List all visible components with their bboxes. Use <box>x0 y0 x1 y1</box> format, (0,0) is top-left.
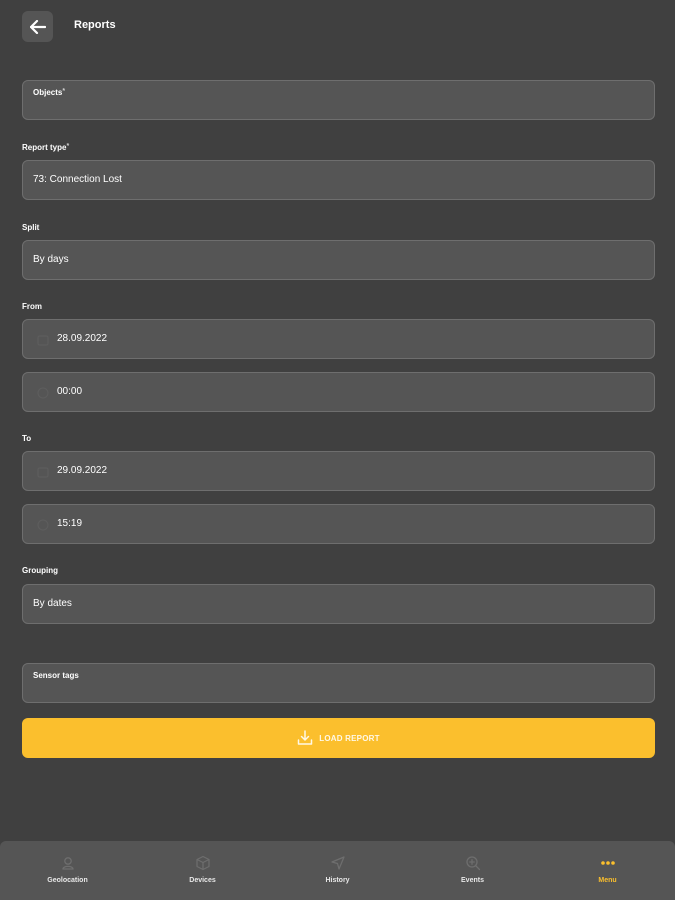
clock-icon <box>37 519 49 531</box>
calendar-icon <box>37 335 49 346</box>
to-label: To <box>22 434 32 443</box>
dots-icon <box>600 861 615 865</box>
back-button[interactable] <box>22 11 53 42</box>
calendar-icon <box>37 467 49 478</box>
page-title: Reports <box>74 19 116 31</box>
to-time-field[interactable]: 15:19 <box>22 504 655 544</box>
from-date-value: 28.09.2022 <box>57 333 108 344</box>
load-report-label: LOAD REPORT <box>319 733 380 743</box>
objects-field[interactable]: Objects* <box>22 80 655 120</box>
report-type-value: 73: Connection Lost <box>33 174 122 185</box>
sensor-tags-field[interactable]: Sensor tags <box>22 663 655 703</box>
split-select[interactable]: By days <box>22 240 655 280</box>
report-type-select[interactable]: 73: Connection Lost <box>22 160 655 200</box>
nav-label: Geolocation <box>47 877 88 884</box>
top-bar: Reports <box>0 0 675 54</box>
arrow-left-icon <box>29 19 46 34</box>
nav-label: Events <box>461 877 484 884</box>
from-time-field[interactable]: 00:00 <box>22 372 655 412</box>
nav-label: Menu <box>598 877 617 884</box>
to-date-field[interactable]: 29.09.2022 <box>22 451 655 491</box>
navigation-arrow-icon <box>330 856 345 870</box>
sensor-tags-label: Sensor tags <box>33 671 79 680</box>
grouping-select[interactable]: By dates <box>22 584 655 624</box>
nav-item-history[interactable]: History <box>270 841 405 900</box>
person-pin-icon <box>61 857 74 870</box>
load-report-button[interactable]: LOAD REPORT <box>22 718 655 758</box>
download-icon <box>298 730 313 745</box>
required-mark: * <box>66 143 70 150</box>
to-time-value: 15:19 <box>57 518 83 529</box>
nav-label: Devices <box>189 877 216 884</box>
clock-icon <box>37 387 49 399</box>
nav-item-events[interactable]: Events <box>405 841 540 900</box>
grouping-label: Grouping <box>22 566 58 575</box>
nav-label: History <box>325 877 350 884</box>
from-time-value: 00:00 <box>57 386 83 397</box>
from-label: From <box>22 302 42 311</box>
nav-item-geolocation[interactable]: Geolocation <box>0 841 135 900</box>
search-plus-icon <box>465 856 480 871</box>
split-label: Split <box>22 223 40 232</box>
nav-item-menu[interactable]: Menu <box>540 841 675 900</box>
box-icon <box>195 855 210 871</box>
grouping-value: By dates <box>33 598 72 609</box>
to-date-value: 29.09.2022 <box>57 465 108 476</box>
bottom-navigation: Geolocation Devices History Events Menu <box>0 841 675 900</box>
required-mark: * <box>62 88 66 95</box>
objects-label: Objects* <box>33 88 66 97</box>
report-type-label: Report type* <box>22 143 70 152</box>
split-value: By days <box>33 254 69 265</box>
nav-item-devices[interactable]: Devices <box>135 841 270 900</box>
from-date-field[interactable]: 28.09.2022 <box>22 319 655 359</box>
